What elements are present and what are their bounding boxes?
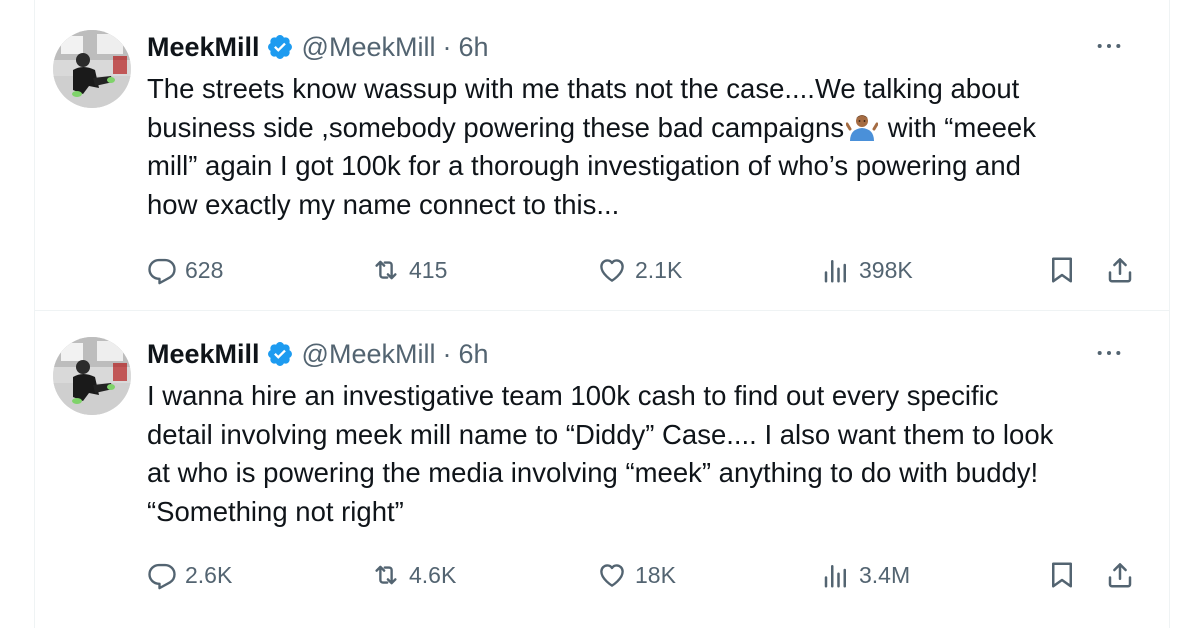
- more-options-icon: [1095, 349, 1123, 357]
- views-icon: [821, 560, 851, 590]
- author-handle[interactable]: @MeekMill: [302, 339, 436, 370]
- tweet-text-segment: business side ,somebody powering these b…: [147, 111, 845, 143]
- tweet-text-segment: with “meeek: [880, 111, 1036, 143]
- bookmark-icon: [1047, 560, 1077, 590]
- repost-count: 4.6K: [409, 561, 457, 588]
- bookmark-icon: [1047, 255, 1077, 285]
- views-icon: [821, 255, 851, 285]
- tweet-text: The streets know wassup with me thats no…: [147, 70, 1137, 224]
- more-options-button[interactable]: [1091, 36, 1127, 56]
- like-button[interactable]: 18K: [597, 555, 676, 595]
- timeline: MeekMill @MeekMill · 6h The streets know…: [34, 0, 1170, 628]
- repost-icon: [371, 255, 401, 285]
- like-count: 18K: [635, 561, 676, 588]
- bookmark-button[interactable]: [1047, 555, 1077, 595]
- tweet-text-line: mill” again I got 100k for a thorough in…: [147, 150, 1021, 181]
- view-count: 398K: [859, 256, 913, 283]
- reply-count: 628: [185, 256, 224, 283]
- avatar-image: [53, 337, 131, 415]
- timestamp[interactable]: 6h: [458, 32, 488, 63]
- share-button[interactable]: [1105, 250, 1135, 290]
- share-icon: [1105, 255, 1135, 285]
- verified-badge-icon: [266, 33, 294, 61]
- views-button[interactable]: 398K: [821, 250, 913, 290]
- repost-icon: [371, 560, 401, 590]
- reply-icon: [147, 560, 177, 590]
- action-bar: 2.6K 4.6K 18K 3.4M: [147, 555, 1143, 595]
- more-options-button[interactable]: [1091, 343, 1127, 363]
- avatar-image: [53, 30, 131, 108]
- tweet-text-line: “Something not right”: [147, 495, 404, 527]
- tweet-text-line: business side ,somebody powering these b…: [147, 109, 1137, 148]
- tweet-text: I wanna hire an investigative team 100k …: [147, 377, 1137, 531]
- tweet-text-line: The streets know wassup with me thats no…: [147, 73, 1020, 104]
- author-name[interactable]: MeekMill: [147, 339, 260, 370]
- separator-dot: ·: [442, 31, 452, 62]
- views-button[interactable]: 3.4M: [821, 555, 910, 595]
- verified-badge-icon: [266, 340, 294, 368]
- timestamp[interactable]: 6h: [458, 339, 488, 370]
- tweet-text-line: I wanna hire an investigative team 100k …: [147, 380, 999, 411]
- like-icon: [597, 255, 627, 285]
- author-handle[interactable]: @MeekMill: [302, 32, 436, 63]
- repost-button[interactable]: 4.6K: [371, 555, 456, 595]
- more-options-icon: [1095, 42, 1123, 50]
- tweet[interactable]: MeekMill @MeekMill · 6h I wanna hire an …: [35, 311, 1169, 628]
- tweet-text-line: detail involving meek mill name to “Didd…: [147, 418, 1054, 450]
- like-icon: [597, 560, 627, 590]
- tweet-header: MeekMill @MeekMill · 6h: [147, 30, 489, 64]
- reply-button[interactable]: 628: [147, 250, 223, 290]
- view-count: 3.4M: [859, 561, 911, 588]
- action-bar: 628 415 2.1K 398K: [147, 250, 1143, 290]
- tweet[interactable]: MeekMill @MeekMill · 6h The streets know…: [35, 0, 1169, 311]
- tweet-text-line: at who is powering the media involving “…: [147, 457, 1039, 488]
- bookmark-button[interactable]: [1047, 250, 1077, 290]
- tweet-header: MeekMill @MeekMill · 6h: [147, 337, 489, 371]
- separator-dot: ·: [442, 338, 452, 369]
- reply-count: 2.6K: [185, 561, 233, 588]
- reply-button[interactable]: 2.6K: [147, 555, 232, 595]
- reply-icon: [147, 255, 177, 285]
- share-button[interactable]: [1105, 555, 1135, 595]
- repost-count: 415: [409, 256, 448, 283]
- man-shrugging-emoji: [846, 111, 878, 143]
- share-icon: [1105, 560, 1135, 590]
- avatar[interactable]: [53, 30, 131, 108]
- tweet-text-line: how exactly my name connect to this...: [147, 188, 620, 220]
- repost-button[interactable]: 415: [371, 250, 447, 290]
- avatar[interactable]: [53, 337, 131, 415]
- like-count: 2.1K: [635, 256, 683, 283]
- author-name[interactable]: MeekMill: [147, 32, 260, 63]
- like-button[interactable]: 2.1K: [597, 250, 682, 290]
